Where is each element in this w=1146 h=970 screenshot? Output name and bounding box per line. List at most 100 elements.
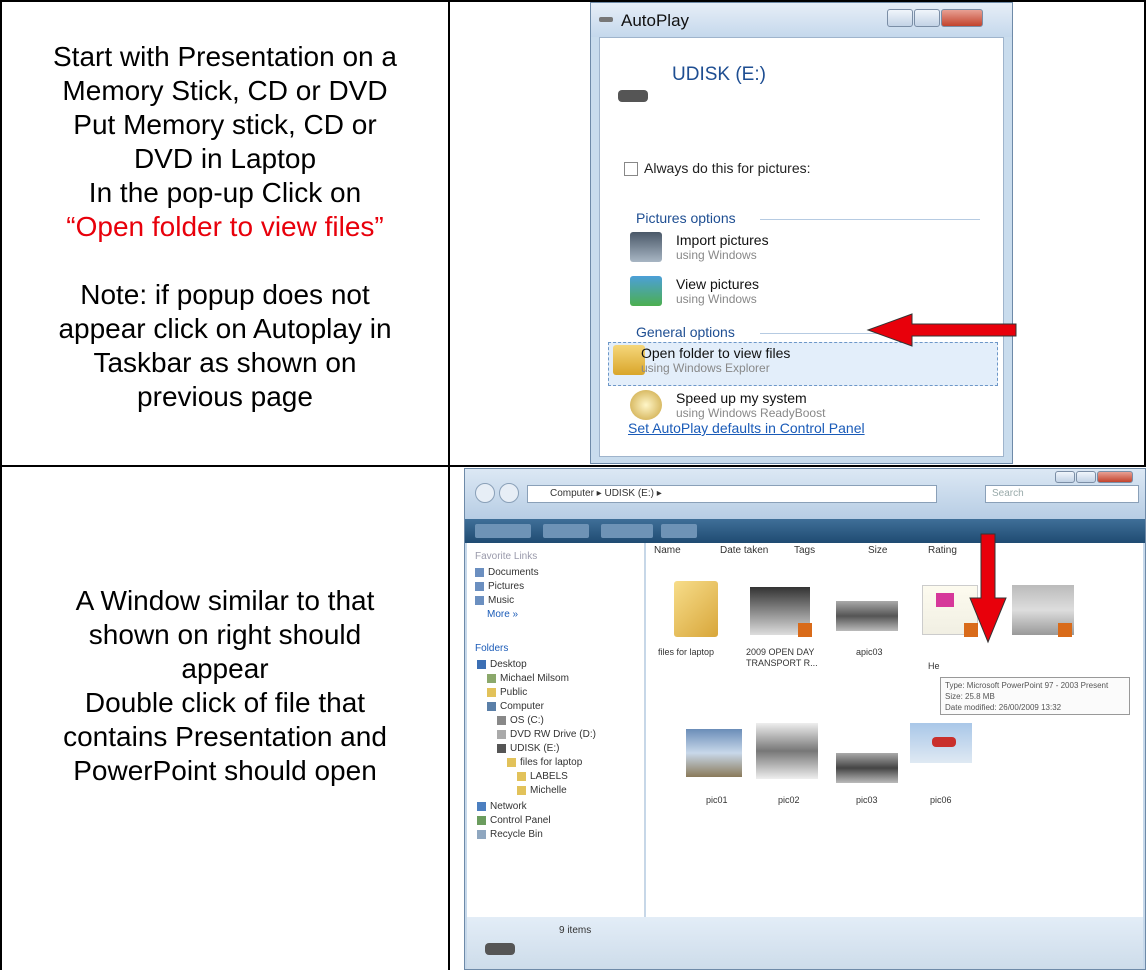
always-label: Always do this for pictures: (644, 160, 811, 176)
import-pictures-option[interactable]: Import pictures using Windows (630, 230, 970, 274)
music-icon (475, 595, 484, 605)
tree-item[interactable]: OS (C:) (497, 715, 544, 726)
tree-label: Computer (500, 701, 544, 712)
maximize-button[interactable] (1076, 471, 1096, 483)
explorer-header: Computer ▸ UDISK (E:) ▸ Search (465, 469, 1145, 519)
slide-show-button[interactable] (601, 524, 653, 538)
tree-item[interactable]: Michael Milsom (487, 673, 569, 684)
folder-thumbnail[interactable] (674, 581, 718, 637)
option-title: Speed up my system (676, 390, 807, 406)
column-header[interactable]: Size (868, 545, 887, 556)
network-icon (477, 801, 486, 811)
file-name: He (928, 661, 940, 671)
step1-note: Note: if popup does not (80, 279, 370, 310)
tree-item[interactable]: Desktop (477, 659, 527, 670)
autoplay-body: UDISK (E:) Always do this for pictures: … (599, 37, 1004, 457)
tree-label: DVD RW Drive (D:) (510, 729, 596, 740)
step1-instructions: Start with Presentation on a Memory Stic… (2, 40, 448, 414)
helicopter-graphic (932, 737, 956, 747)
powerpoint-icon (1058, 623, 1072, 637)
burn-button[interactable] (661, 524, 697, 538)
favorite-label: Pictures (488, 581, 525, 592)
minimize-button[interactable] (887, 9, 913, 27)
computer-icon (487, 701, 496, 711)
file-list: Name Date taken Tags Size Rating files f… (646, 543, 1143, 917)
step2-line: PowerPoint should open (73, 755, 377, 786)
folder-icon (517, 771, 526, 781)
drive-title: UDISK (E:) (672, 64, 766, 85)
organize-button[interactable] (475, 524, 531, 538)
maximize-button[interactable] (914, 9, 940, 27)
file-name: pic06 (930, 795, 952, 805)
option-subtitle: using Windows (676, 292, 757, 306)
tree-label: Michelle (530, 785, 567, 796)
views-button[interactable] (543, 524, 589, 538)
image-thumbnail[interactable] (836, 601, 898, 631)
step1-line: DVD in Laptop (133, 143, 317, 174)
image-thumbnail[interactable] (686, 729, 742, 777)
tree-label: Control Panel (490, 815, 551, 826)
forward-button[interactable] (499, 483, 519, 503)
autoplay-dialog: AutoPlay UDISK (E:) Always do this for p… (590, 2, 1013, 464)
option-title: Open folder to view files (641, 345, 791, 361)
photo-viewer-icon (630, 276, 662, 306)
red-arrow-left-icon (866, 313, 1017, 347)
step2-line: contains Presentation and (63, 721, 387, 752)
address-bar[interactable]: Computer ▸ UDISK (E:) ▸ (527, 485, 937, 503)
column-header[interactable]: Date taken (720, 545, 768, 556)
option-subtitle: using Windows ReadyBoost (676, 406, 826, 420)
minimize-button[interactable] (1055, 471, 1075, 483)
column-header[interactable]: Name (654, 545, 681, 556)
tree-item[interactable]: Network (477, 801, 527, 812)
image-thumbnail[interactable] (836, 753, 898, 783)
image-thumbnail[interactable] (756, 723, 818, 779)
tree-item[interactable]: Computer (487, 701, 544, 712)
favorite-label: Documents (488, 567, 539, 578)
search-input[interactable]: Search (985, 485, 1139, 503)
file-name: files for laptop (658, 647, 715, 657)
tree-label: Desktop (490, 659, 527, 670)
tree-label: LABELS (530, 771, 568, 782)
slide-graphic (936, 593, 954, 607)
tree-item[interactable]: UDISK (E:) (497, 743, 559, 754)
readyboost-icon (630, 390, 662, 420)
back-button[interactable] (475, 483, 495, 503)
column-header[interactable]: Tags (794, 545, 815, 556)
dvd-drive-icon (497, 729, 506, 739)
option-title: Import pictures (676, 232, 769, 248)
tree-item[interactable]: Public (487, 687, 527, 698)
step1-note: appear click on Autoplay in (58, 313, 392, 344)
navigation-pane: Favorite Links Documents Pictures Music … (467, 543, 645, 917)
open-folder-option[interactable]: Open folder to view files using Windows … (608, 342, 998, 386)
tree-item[interactable]: DVD RW Drive (D:) (497, 729, 596, 740)
option-subtitle: using Windows (676, 248, 757, 262)
step1-highlight: “Open folder to view files” (66, 211, 384, 242)
tree-item[interactable]: files for laptop (507, 757, 582, 768)
red-arrow-down-icon (969, 533, 1007, 644)
drive-icon (599, 17, 613, 22)
close-button[interactable] (941, 9, 983, 27)
table-border-middle (448, 0, 450, 970)
tree-item[interactable]: Recycle Bin (477, 829, 543, 840)
file-name: pic02 (778, 795, 800, 805)
item-count: 9 items (559, 925, 592, 936)
always-checkbox[interactable] (624, 162, 638, 176)
usb-drive-icon (618, 90, 648, 102)
tree-label: Network (490, 801, 527, 812)
more-link[interactable]: More » (487, 609, 518, 620)
favorite-link[interactable]: Documents (475, 567, 539, 578)
step2-line: appear (181, 653, 269, 684)
folders-title[interactable]: Folders (475, 643, 508, 654)
tree-item[interactable]: Michelle (517, 785, 567, 796)
favorite-link[interactable]: Music (475, 595, 514, 606)
tree-item[interactable]: Control Panel (477, 815, 551, 826)
tree-item[interactable]: LABELS (517, 771, 568, 782)
step2-line: Double click of file that (84, 687, 366, 718)
favorite-link[interactable]: Pictures (475, 581, 524, 592)
tooltip-line: Size: 25.8 MB (945, 692, 995, 701)
close-button[interactable] (1097, 471, 1133, 483)
column-header[interactable]: Rating (928, 545, 957, 556)
autoplay-defaults-link[interactable]: Set AutoPlay defaults in Control Panel (628, 420, 865, 436)
tree-label: UDISK (E:) (510, 743, 560, 754)
step1-line: In the pop-up Click on (88, 177, 362, 208)
